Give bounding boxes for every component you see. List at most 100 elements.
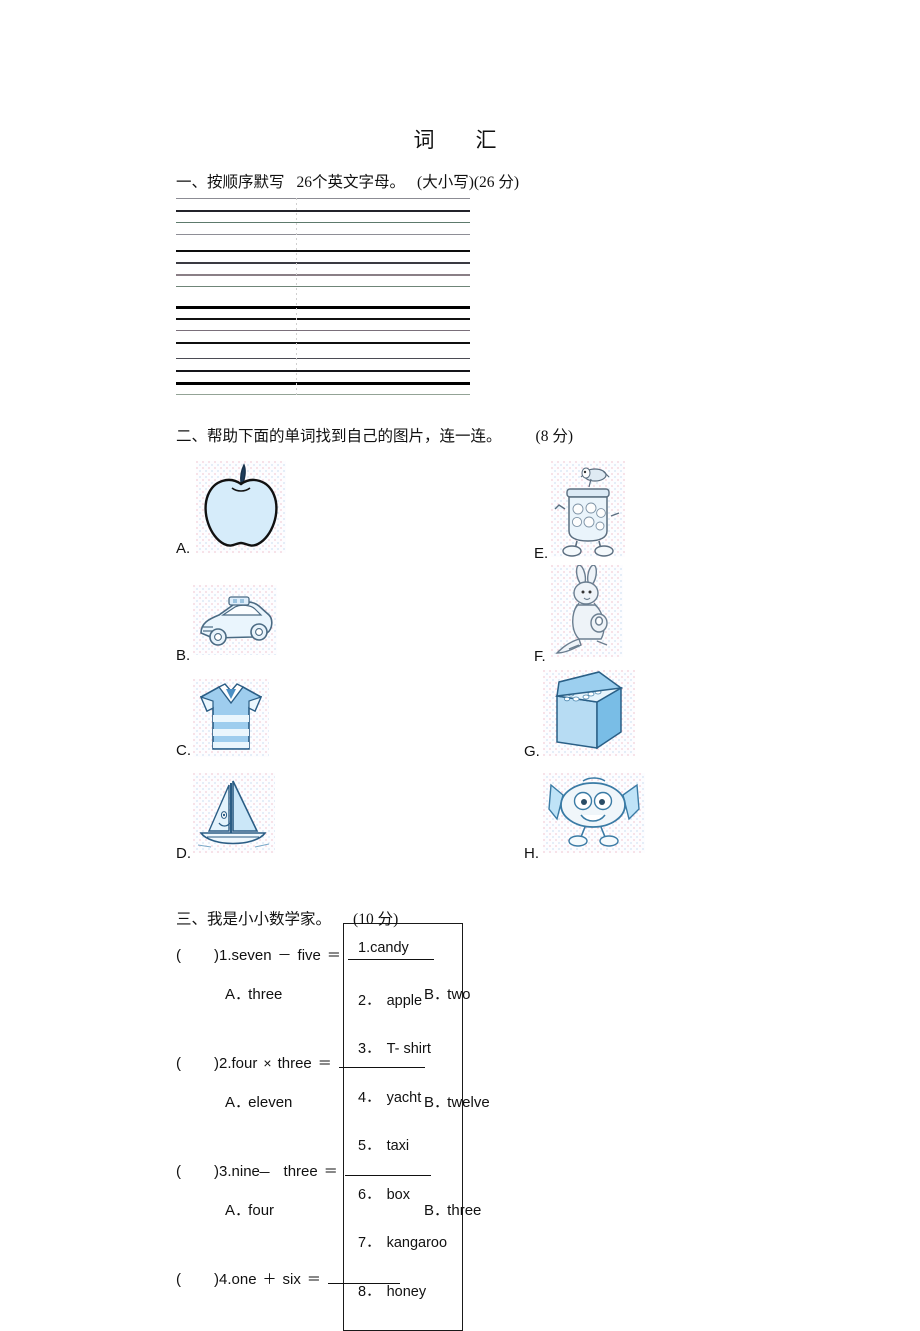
handwriting-line xyxy=(176,274,470,276)
handwriting-line xyxy=(176,382,470,385)
answer-bracket[interactable]: ( xyxy=(176,1271,184,1288)
word-list-item[interactable]: 4． yacht xyxy=(358,1086,421,1107)
option-a-separator: ． xyxy=(235,1094,251,1111)
section-3-index: 三、 xyxy=(176,911,208,928)
picture-label-h: H. xyxy=(524,845,539,862)
handwriting-line xyxy=(176,358,470,360)
handwriting-line xyxy=(176,370,470,373)
math-operator-overlap: － xyxy=(257,1165,272,1181)
option-b[interactable]: B． three xyxy=(424,1199,481,1220)
honey-jar-icon xyxy=(551,461,625,557)
option-a-text: eleven xyxy=(244,1094,293,1111)
picture-label-c: C. xyxy=(176,742,191,759)
word-number: 5． xyxy=(358,1138,381,1154)
equals-sign: ＝ xyxy=(323,1163,338,1179)
option-a-letter: A xyxy=(225,1094,236,1111)
handwriting-line xyxy=(176,198,470,200)
equals-sign: ＝ xyxy=(306,1271,321,1287)
operand-right: three xyxy=(277,1055,312,1072)
section-2-points: (8 分) xyxy=(535,428,573,445)
option-b-letter: B xyxy=(424,986,435,1003)
box-icon xyxy=(543,670,635,756)
answer-bracket[interactable]: ( xyxy=(176,1163,184,1180)
question-number: 3. xyxy=(219,1163,232,1180)
option-a-text: three xyxy=(244,986,283,1003)
section-3-heading: 三、我是小小数学家。 (10 分) xyxy=(176,907,398,929)
math-question: ()3.nine three －＝ xyxy=(176,1161,431,1181)
word-list-item[interactable]: 2． apple xyxy=(358,989,422,1010)
handwriting-line xyxy=(176,394,470,396)
exam-page: 词 汇 一、按顺序默写 26个英文字母。 (大小写)(26 分) 二、帮助下面的单词… xyxy=(0,0,920,1331)
answer-bracket[interactable]: ( xyxy=(176,947,184,964)
section-3-text: 我是小小数学家。 xyxy=(207,911,332,928)
equals-sign: ＝ xyxy=(326,947,341,963)
option-a-separator: ． xyxy=(235,1202,251,1219)
word-list-item[interactable]: 5． taxi xyxy=(358,1134,409,1155)
answer-blank[interactable] xyxy=(338,1054,425,1068)
option-a-separator: ． xyxy=(235,986,251,1003)
tshirt-icon xyxy=(193,679,269,757)
word-number: 2． xyxy=(358,992,381,1009)
section-3-points: (10 分) xyxy=(353,911,399,928)
word-text: taxi xyxy=(386,1138,410,1154)
picture-label-g: G. xyxy=(524,743,540,760)
answer-bracket[interactable]: ( xyxy=(176,1055,184,1072)
answer-blank[interactable] xyxy=(347,946,434,960)
math-operator: × xyxy=(263,1055,272,1071)
matching-exercise: A. B. C. D. 1.candy 2． apple 3． T- shirt… xyxy=(0,455,920,1331)
section-1-text: 按顺序默写 xyxy=(207,174,285,191)
word-number: 7． xyxy=(358,1235,381,1251)
option-a[interactable]: A． four xyxy=(225,1199,274,1220)
equals-sign: ＝ xyxy=(317,1055,332,1071)
option-b-separator: ． xyxy=(434,1094,450,1111)
word-text: box xyxy=(386,1186,410,1203)
section-1-heading: 一、按顺序默写 26个英文字母。 (大小写)(26 分) xyxy=(176,170,519,192)
picture-label-e: E. xyxy=(534,545,549,562)
section-2-heading: 二、帮助下面的单词找到自己的图片，连一连。 (8 分) xyxy=(176,424,573,446)
option-a[interactable]: A． three xyxy=(225,983,282,1004)
word-list-item[interactable]: 7． kangaroo xyxy=(358,1231,447,1252)
taxi-icon xyxy=(193,585,277,655)
section-1-index: 一、 xyxy=(176,174,208,191)
section-1-note: (大小写 xyxy=(417,174,469,191)
candy-icon xyxy=(543,773,645,853)
picture-label-f: F. xyxy=(534,648,546,665)
answer-blank[interactable] xyxy=(327,1270,400,1284)
option-a-letter: A xyxy=(225,986,236,1003)
picture-label-d: D. xyxy=(176,845,191,862)
handwriting-line xyxy=(176,318,470,321)
question-number: 2. xyxy=(219,1055,232,1072)
operand-right: three － xyxy=(257,1163,318,1181)
picture-label-a: A. xyxy=(176,540,191,557)
option-b-text: twelve xyxy=(443,1094,490,1111)
option-b-text: two xyxy=(443,986,471,1003)
handwriting-line xyxy=(176,262,470,264)
lines-right-margin-rule xyxy=(296,198,297,398)
option-a[interactable]: A． eleven xyxy=(225,1091,292,1112)
apple-icon xyxy=(196,461,286,553)
option-b-text: three xyxy=(443,1202,482,1219)
section-2-text: 帮助下面的单词找到自己的图片，连一连。 xyxy=(207,428,502,445)
kangaroo-icon xyxy=(551,565,623,657)
math-operator: ＋ xyxy=(262,1271,277,1287)
option-b[interactable]: B． two xyxy=(424,983,471,1004)
word-number: 4． xyxy=(358,1089,381,1106)
section-1-points: )(26 分) xyxy=(468,174,520,191)
operand-left: one xyxy=(231,1271,257,1288)
word-text: apple xyxy=(386,992,423,1009)
picture-label-b: B. xyxy=(176,647,191,664)
math-question: ()1.seven － five ＝ xyxy=(176,945,434,965)
operand-left: nine xyxy=(231,1163,260,1180)
word-number: 6． xyxy=(358,1186,381,1203)
yacht-icon xyxy=(193,773,275,853)
word-text: yacht xyxy=(386,1089,422,1106)
handwriting-line xyxy=(176,306,470,309)
answer-blank[interactable] xyxy=(344,1162,431,1176)
handwriting-line xyxy=(176,222,470,224)
option-b[interactable]: B． twelve xyxy=(424,1091,490,1112)
section-1-count: 26 xyxy=(296,174,313,191)
math-operator: － xyxy=(277,947,292,963)
option-a-letter: A xyxy=(225,1202,236,1219)
operand-right: six xyxy=(282,1271,301,1288)
word-list-item[interactable]: 6． box xyxy=(358,1183,410,1204)
